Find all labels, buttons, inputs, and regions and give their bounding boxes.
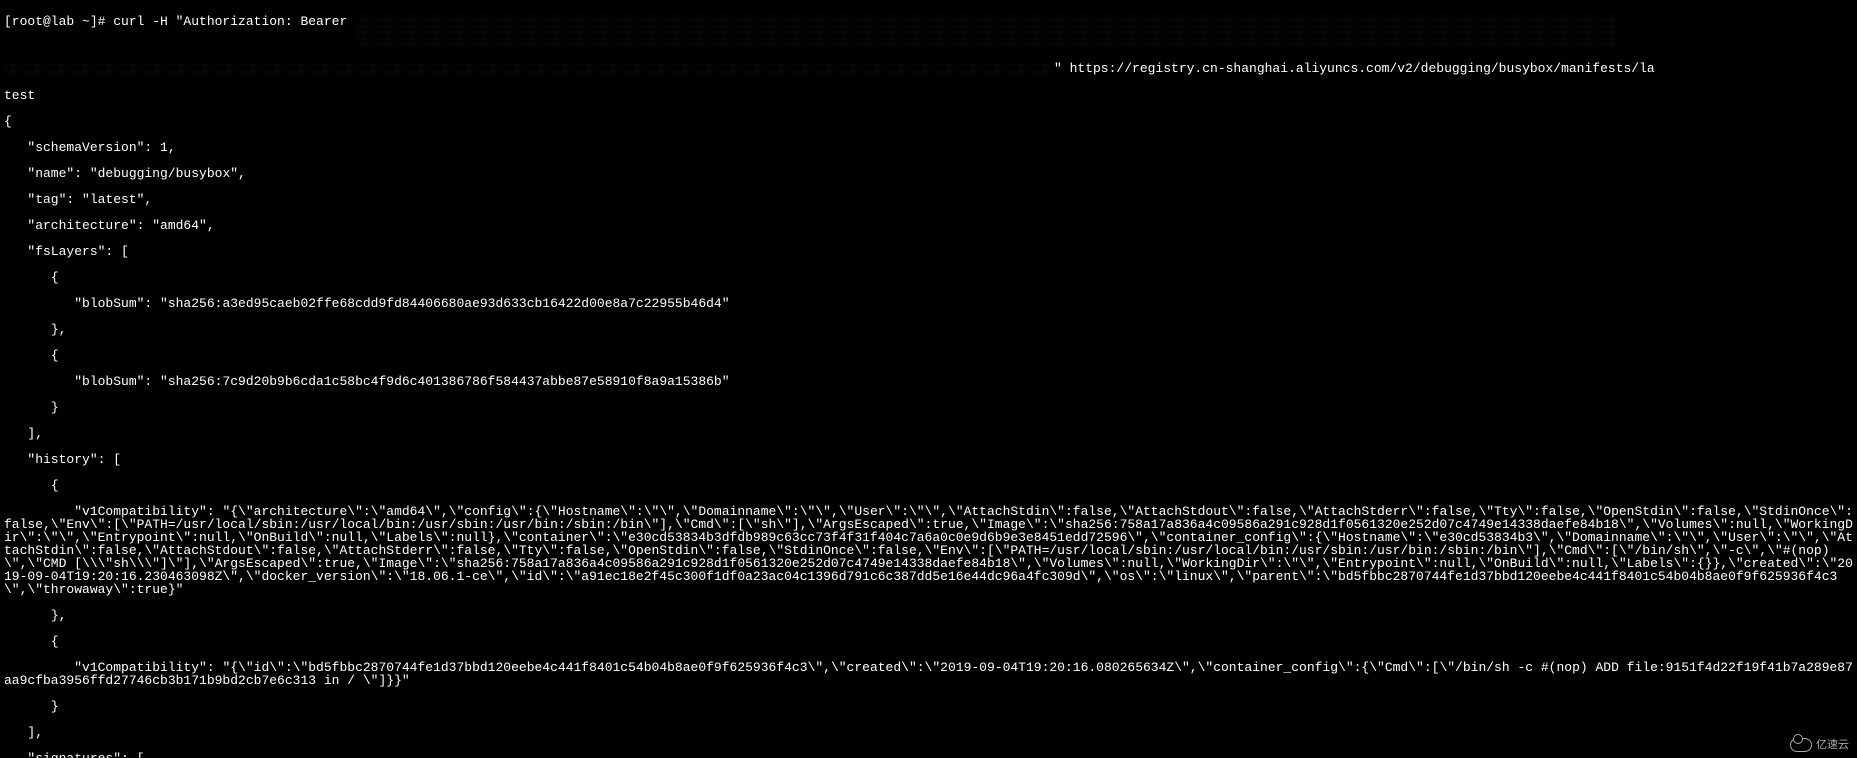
json-obj-close: } xyxy=(4,700,1853,713)
json-fslayers-open: "fsLayers": [ xyxy=(4,245,1853,258)
redacted-token-cont xyxy=(4,62,1054,76)
json-obj-open: { xyxy=(4,349,1853,362)
cmd-line-2: " https://registry.cn-shanghai.aliyuncs.… xyxy=(4,62,1853,76)
json-history-close: ], xyxy=(4,726,1853,739)
json-obj-open: { xyxy=(4,271,1853,284)
json-fslayers-close: ], xyxy=(4,427,1853,440)
cmd-url-suffix: " https://registry.cn-shanghai.aliyuncs.… xyxy=(1054,61,1655,76)
json-open: { xyxy=(4,115,1853,128)
prompt: [root@lab ~]# xyxy=(4,14,113,29)
cloud-icon xyxy=(1790,738,1812,752)
json-v1compat-2: "v1Compatibility": "{\"id\":\"bd5fbbc287… xyxy=(4,661,1853,687)
json-architecture: "architecture": "amd64", xyxy=(4,219,1853,232)
terminal[interactable]: [root@lab ~]# curl -H "Authorization: Be… xyxy=(0,0,1857,758)
cmd-line-3: test xyxy=(4,89,1853,102)
json-signatures-open: "signatures": [ xyxy=(4,752,1853,758)
cmd-line-1: [root@lab ~]# curl -H "Authorization: Be… xyxy=(4,15,1853,49)
json-v1compat-1: "v1Compatibility": "{\"architecture\":\"… xyxy=(4,505,1853,596)
cmd-curl-prefix: curl -H "Authorization: Bearer xyxy=(113,14,355,29)
watermark-text: 亿速云 xyxy=(1816,740,1849,751)
redacted-token xyxy=(355,15,1615,49)
json-blobsum-1: "blobSum": "sha256:a3ed95caeb02ffe68cdd9… xyxy=(4,297,1853,310)
json-history-open: "history": [ xyxy=(4,453,1853,466)
json-schemaVersion: "schemaVersion": 1, xyxy=(4,141,1853,154)
json-obj-close-comma: }, xyxy=(4,609,1853,622)
json-obj-close: } xyxy=(4,401,1853,414)
json-obj-open: { xyxy=(4,479,1853,492)
json-blobsum-2: "blobSum": "sha256:7c9d20b9b6cda1c58bc4f… xyxy=(4,375,1853,388)
json-tag: "tag": "latest", xyxy=(4,193,1853,206)
json-name: "name": "debugging/busybox", xyxy=(4,167,1853,180)
json-obj-open: { xyxy=(4,635,1853,648)
json-obj-close-comma: }, xyxy=(4,323,1853,336)
watermark: 亿速云 xyxy=(1790,738,1849,752)
